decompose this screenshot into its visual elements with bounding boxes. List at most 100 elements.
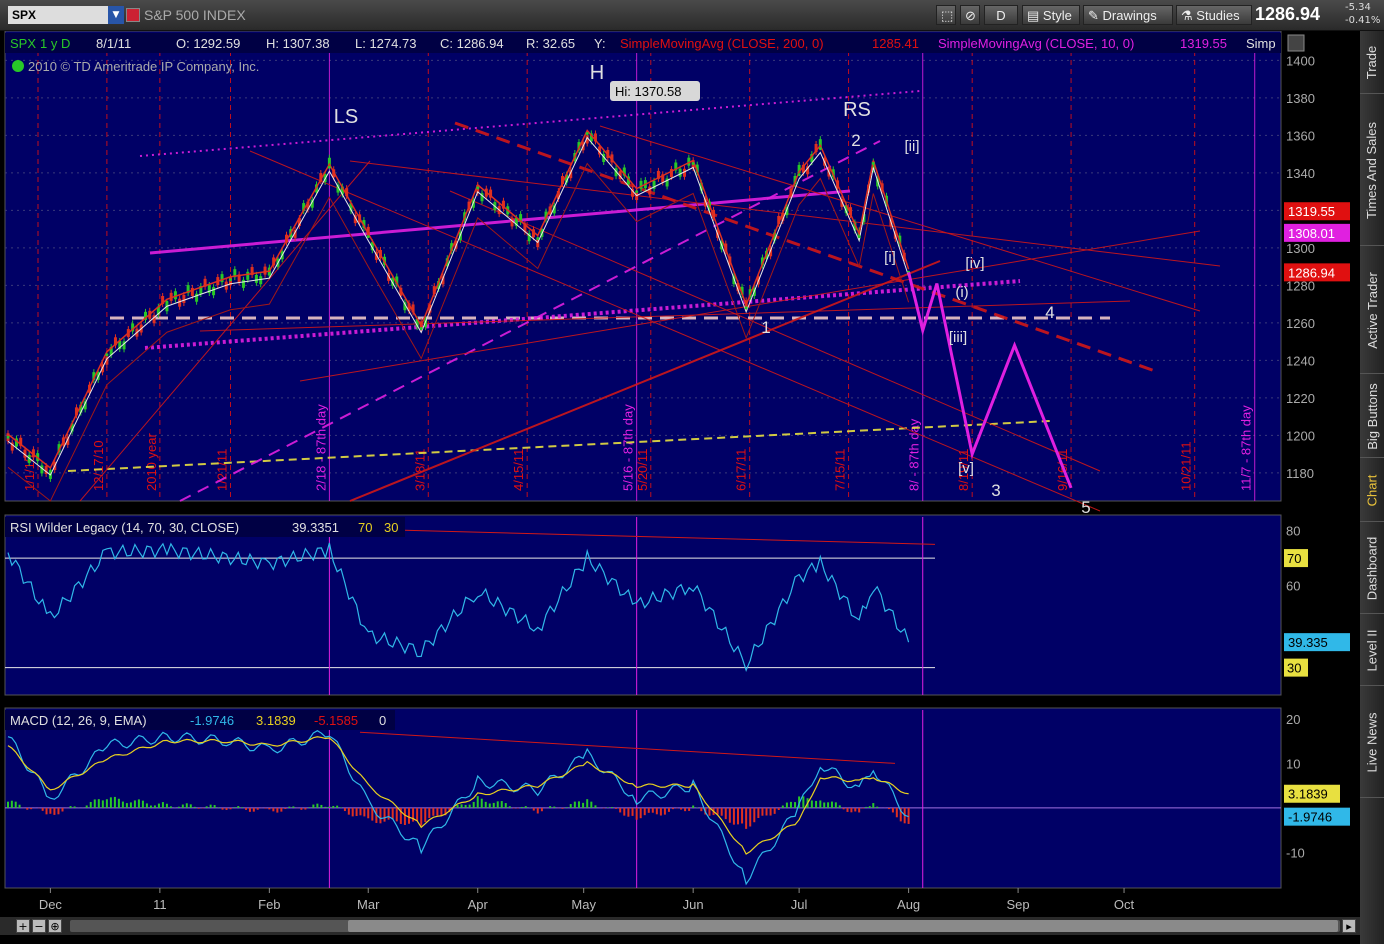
candle-body [263, 266, 267, 275]
macd-title: MACD (12, 26, 9, EMA) [10, 713, 147, 728]
header-y: Y: [594, 36, 606, 51]
signal-last-marker-label: 3.1839 [1288, 787, 1328, 802]
time-tick-label: Feb [258, 897, 280, 912]
sidebar-tab[interactable]: Times And Sales [1360, 95, 1384, 246]
time-tick-label: May [571, 897, 596, 912]
wave-label: 3 [991, 481, 1000, 500]
link-tool-icon[interactable]: ⊘ [960, 5, 980, 25]
header-close: C: 1286.94 [440, 36, 504, 51]
price-point [635, 190, 639, 194]
rsi-oversold: 30 [384, 520, 398, 535]
zoom-fit-icon[interactable]: ⊕ [48, 919, 62, 933]
price-tick-label: 1200 [1286, 428, 1315, 443]
date-vline-label: 4/15/11 [511, 449, 526, 491]
scroll-right-icon[interactable]: ▸ [1342, 919, 1356, 933]
price-axis-marker-label: 1286.94 [1288, 265, 1335, 280]
price-point [105, 353, 109, 357]
symbol-link-icon[interactable] [126, 8, 140, 22]
percent-change: -0.41% [1345, 15, 1381, 26]
rsi-tick-label: 80 [1286, 524, 1300, 539]
sidebar-tab[interactable]: Dashboard [1360, 523, 1384, 614]
date-vline-label: 12/17/10 [91, 440, 106, 491]
last-price: 1286.94 [1255, 4, 1321, 24]
style-button[interactable]: ▤ Style [1022, 5, 1080, 25]
right-sidebar: Trade Times And Sales Active Trader Big But… [1360, 31, 1384, 944]
date-vline-label: 5/16 - 87th day [621, 404, 636, 491]
wave-label: (i) [955, 284, 968, 301]
macd-hist: -5.1585 [314, 713, 358, 728]
zoom-in-icon[interactable]: + [16, 919, 30, 933]
price-tick-label: 1260 [1286, 316, 1315, 331]
copyright-text: 2010 © TD Ameritrade IP Company, Inc. [28, 59, 259, 74]
price-point [818, 147, 822, 150]
price-point [6, 435, 10, 439]
price-point [165, 300, 169, 304]
wave-label: [i] [884, 249, 896, 266]
sidebar-tab[interactable]: Chart [1360, 459, 1384, 522]
time-tick-label: Oct [1114, 897, 1135, 912]
sidebar-tab-label: Chart [1364, 474, 1380, 506]
wave-label: 1 [761, 318, 770, 337]
rsi-title: RSI Wilder Legacy (14, 70, 30, CLOSE) [10, 520, 239, 535]
macd-last-marker-label: -1.9746 [1288, 810, 1332, 825]
price-point [366, 235, 370, 239]
high-marker: Hi: 1370.58 [610, 81, 700, 101]
high-marker-label: Hi: 1370.58 [615, 84, 682, 99]
macd-signal: 3.1839 [256, 713, 296, 728]
candle-body [246, 271, 250, 280]
wave-label: LS [334, 106, 358, 128]
wave-label: RS [843, 99, 871, 121]
price-point [797, 173, 801, 177]
date-vline-label: 8/ - 87th day [907, 418, 922, 491]
zoom-out-icon[interactable]: − [32, 919, 46, 933]
date-vline-label: 2/18 - 87th day [313, 404, 328, 491]
header-low: L: 1274.73 [355, 36, 416, 51]
time-tick-label: Jun [683, 897, 704, 912]
price-panel-bg [4, 31, 1282, 502]
info-icon[interactable] [12, 60, 24, 72]
macd-value: -1.9746 [190, 713, 234, 728]
header-date: 8/1/11 [96, 36, 131, 51]
date-vline-label: 7/15/11 [833, 449, 848, 491]
time-axis: Dec 11 Feb Mar Apr May Jun Jul Aug Sep Oct [39, 888, 1135, 912]
price-point [536, 237, 540, 240]
price-point [691, 162, 695, 165]
macd-zero: 0 [379, 713, 386, 728]
macd-header: MACD (12, 26, 9, EMA) -1.9746 3.1839 -5.… [5, 710, 395, 730]
sidebar-tab[interactable]: Active Trader [1360, 247, 1384, 374]
wave-label: H [590, 62, 604, 84]
price-point [585, 132, 589, 135]
symbol-dropdown-icon[interactable]: ▼ [108, 6, 124, 24]
panel-settings-icon[interactable] [1287, 34, 1305, 52]
studies-button[interactable]: ⚗ Studies [1176, 5, 1252, 25]
candle-body [182, 294, 186, 303]
index-name: S&P 500 INDEX [144, 7, 246, 23]
time-tick-label: Jul [791, 897, 808, 912]
time-tick-label: Sep [1007, 897, 1030, 912]
drawing-tool-icon[interactable]: ⬚ [936, 5, 956, 25]
chart-canvas[interactable]: 1/1/10 12/17/10 2010 year 1/21/11 2/18 - 87t… [0, 31, 1360, 917]
symbol-input[interactable]: SPX [8, 6, 108, 24]
studies-icon: ⚗ [1181, 8, 1193, 23]
sidebar-tab[interactable]: Level II [1360, 615, 1384, 686]
time-tick-label: 11 [153, 897, 167, 912]
sidebar-tab[interactable]: Big Buttons [1360, 375, 1384, 458]
drawings-button[interactable]: ✎ Drawings [1083, 5, 1173, 25]
time-tick-label: Mar [357, 897, 380, 912]
period-button[interactable]: D [984, 5, 1018, 25]
header-symbol: SPX [10, 36, 36, 51]
scrollbar-thumb[interactable] [348, 920, 1338, 932]
price-axis: 1180120012201240126012801300132013401360… [1284, 53, 1350, 481]
sidebar-tab[interactable]: Trade [1360, 31, 1384, 94]
sidebar-tab[interactable]: Live News [1360, 687, 1384, 798]
wave-label: [ii] [905, 138, 920, 155]
candle-body [254, 274, 258, 283]
date-vline-label: 10/21/11 [1179, 441, 1194, 491]
price-tick-label: 1300 [1286, 241, 1315, 256]
sma200-label: SimpleMovingAvg (CLOSE, 200, 0) [620, 36, 824, 51]
sidebar-tab-label: Live News [1364, 712, 1380, 772]
chart-area[interactable]: 1/1/10 12/17/10 2010 year 1/21/11 2/18 - 87t… [0, 31, 1360, 944]
sidebar-tab-label: Level II [1364, 629, 1380, 671]
rsi-level-marker-label: 30 [1287, 661, 1301, 676]
candle-body [241, 279, 245, 288]
